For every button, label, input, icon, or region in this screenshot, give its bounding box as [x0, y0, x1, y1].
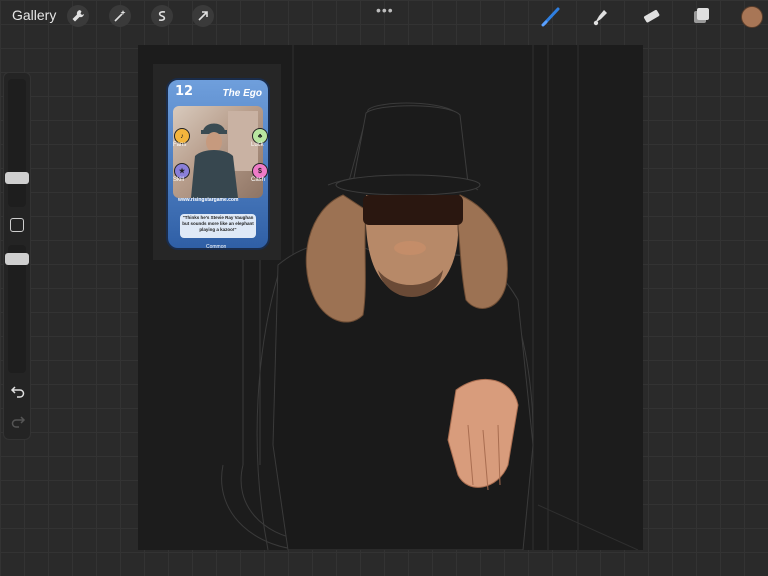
card-title: The Ego — [222, 88, 262, 99]
card-url: www.risingstargame.com — [178, 197, 239, 203]
gallery-button[interactable]: Gallery — [12, 7, 56, 23]
top-toolbar: Gallery ••• — [0, 0, 768, 32]
stat-label-cash: Cash — [251, 177, 266, 183]
eraser-button[interactable] — [640, 5, 662, 27]
reference-card: 12 The Ego ♪ Fans ♣ Luck ★ Skill $ Cash … — [166, 78, 270, 250]
stat-label-skill: Skill — [173, 177, 185, 183]
stat-label-luck: Luck — [251, 142, 264, 148]
selection-button[interactable] — [151, 5, 173, 27]
selection-icon — [158, 11, 166, 21]
smudge-button[interactable] — [590, 5, 612, 27]
brush-size-slider[interactable] — [5, 79, 29, 207]
magic-wand-icon — [114, 10, 126, 22]
wrench-icon — [72, 10, 84, 22]
figure-hat — [352, 105, 469, 184]
brush-size-thumb[interactable] — [5, 172, 29, 184]
redo-icon[interactable] — [10, 413, 26, 429]
card-quote: "Thinks he's Stevie Ray Vaughan but soun… — [180, 214, 256, 238]
brush-icon — [541, 7, 560, 27]
brush-button[interactable] — [540, 5, 562, 27]
adjustments-button[interactable] — [109, 5, 131, 27]
smudge-icon — [593, 10, 607, 26]
figure-sunglasses — [363, 195, 463, 225]
left-sidebar — [3, 72, 31, 440]
transform-button[interactable] — [192, 5, 214, 27]
opacity-slider[interactable] — [5, 245, 29, 373]
more-options-button[interactable]: ••• — [376, 2, 394, 18]
actions-button[interactable] — [67, 5, 89, 27]
transform-arrow-icon — [198, 11, 208, 21]
card-rarity: Common — [206, 244, 227, 250]
layers-button[interactable] — [690, 5, 712, 27]
stat-label-fans: Fans — [173, 142, 187, 148]
color-picker-button[interactable] — [741, 6, 763, 28]
layers-icon — [694, 8, 709, 23]
undo-icon[interactable] — [10, 383, 26, 399]
card-number: 12 — [175, 84, 194, 99]
eraser-icon — [643, 9, 660, 23]
card-photo — [173, 106, 263, 198]
modify-button[interactable] — [10, 218, 24, 232]
opacity-thumb[interactable] — [5, 253, 29, 265]
